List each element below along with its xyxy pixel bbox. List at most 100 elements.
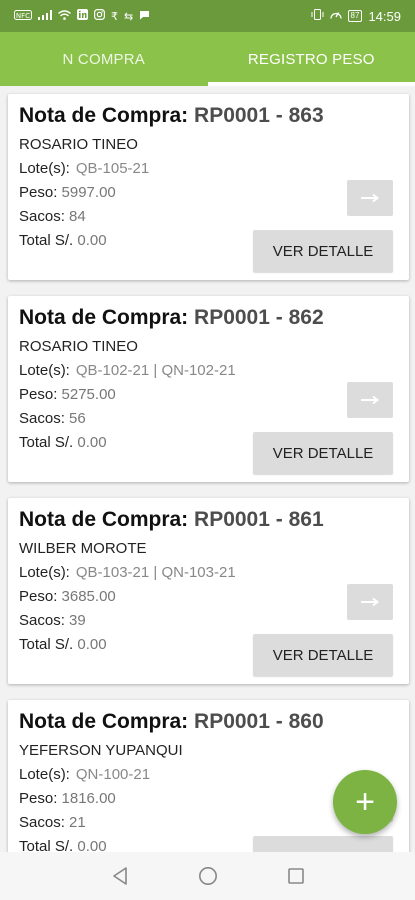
card-title: Nota de Compra: RP0001 - 861 (19, 508, 324, 532)
peso-label: Peso: (19, 790, 58, 807)
card-sacos-row: Sacos: 21 (19, 814, 86, 831)
card-total-row: Total S/. 0.00 (19, 232, 107, 249)
peso-value: 5275.00 (61, 386, 116, 403)
card-customer-name: ROSARIO TINEO (19, 338, 138, 355)
lote-value: QB-105-21 (75, 160, 150, 177)
svg-text:NFC: NFC (16, 12, 30, 20)
home-button[interactable] (197, 865, 219, 887)
lote-label: Lote(s): (19, 766, 70, 783)
add-fab-button[interactable]: + (333, 770, 397, 834)
card-title-number: RP0001 - 861 (194, 508, 324, 531)
card-lote-row: Lote(s): QB-105-21 (19, 160, 149, 177)
view-detail-button[interactable]: VER DETALLE (253, 836, 393, 852)
system-nav-bar (0, 852, 415, 900)
card-title-number: RP0001 - 860 (194, 710, 324, 733)
card-lote-row: Lote(s): QB-103-21 | QN-103-21 (19, 564, 236, 581)
open-arrow-button[interactable] (347, 584, 393, 620)
card-customer-name: YEFERSON YUPANQUI (19, 742, 183, 759)
nfc-icon: NFC (14, 9, 32, 23)
card-sacos-row: Sacos: 84 (19, 208, 86, 225)
total-label: Total S/. (19, 434, 74, 451)
view-detail-button[interactable]: VER DETALLE (253, 432, 393, 474)
sacos-label: Sacos: (19, 208, 65, 225)
lote-label: Lote(s): (19, 362, 70, 379)
card-lote-row: Lote(s): QB-102-21 | QN-102-21 (19, 362, 236, 379)
arrow-right-icon (361, 395, 380, 405)
purchase-note-list[interactable]: Nota de Compra: RP0001 - 863 ROSARIO TIN… (0, 86, 415, 852)
card-peso-row: Peso: 1816.00 (19, 790, 116, 807)
linkedin-icon (77, 9, 88, 23)
tab-n-compra[interactable]: N COMPRA (0, 32, 208, 86)
wifi-icon (58, 9, 71, 23)
arrow-right-icon (361, 597, 380, 607)
lote-value: QB-102-21 | QN-102-21 (75, 362, 236, 379)
card-title: Nota de Compra: RP0001 - 862 (19, 306, 324, 330)
sacos-label: Sacos: (19, 814, 65, 831)
peso-label: Peso: (19, 588, 58, 605)
total-label: Total S/. (19, 232, 74, 249)
vibrate-icon (311, 9, 324, 23)
speed-icon (329, 9, 342, 23)
total-label: Total S/. (19, 838, 74, 852)
card-total-row: Total S/. 0.00 (19, 434, 107, 451)
status-bar: NFC ₹ ⇆ 87 14:59 (0, 0, 415, 32)
view-detail-button[interactable]: VER DETALLE (253, 634, 393, 676)
card-title-label: Nota de Compra: (19, 508, 189, 531)
chat-icon (139, 9, 150, 23)
open-arrow-button[interactable] (347, 180, 393, 216)
clock: 14:59 (368, 8, 401, 24)
lote-value: QB-103-21 | QN-103-21 (75, 564, 236, 581)
peso-value: 5997.00 (61, 184, 116, 201)
peso-label: Peso: (19, 386, 58, 403)
tab-bar: N COMPRA REGISTRO PESO (0, 32, 415, 86)
back-icon (112, 867, 127, 885)
recents-button[interactable] (285, 865, 307, 887)
arrow-right-icon (361, 193, 380, 203)
back-button[interactable] (109, 865, 131, 887)
instagram-icon (94, 9, 106, 23)
total-value: 0.00 (77, 232, 107, 249)
total-value: 0.00 (77, 636, 107, 653)
card-total-row: Total S/. 0.00 (19, 838, 107, 852)
purchase-note-card[interactable]: Nota de Compra: RP0001 - 862 ROSARIO TIN… (8, 296, 409, 482)
sacos-label: Sacos: (19, 612, 65, 629)
total-value: 0.00 (77, 434, 107, 451)
recents-icon (287, 868, 304, 884)
sacos-value: 84 (69, 208, 86, 225)
purchase-note-card[interactable]: Nota de Compra: RP0001 - 863 ROSARIO TIN… (8, 94, 409, 280)
payment-icon: ₹ (111, 10, 118, 23)
open-arrow-button[interactable] (347, 382, 393, 418)
card-customer-name: ROSARIO TINEO (19, 136, 138, 153)
sacos-label: Sacos: (19, 410, 65, 427)
peso-label: Peso: (19, 184, 58, 201)
card-sacos-row: Sacos: 39 (19, 612, 86, 629)
card-peso-row: Peso: 5997.00 (19, 184, 116, 201)
card-customer-name: WILBER MOROTE (19, 540, 147, 557)
tab-registro-peso[interactable]: REGISTRO PESO (207, 32, 415, 86)
card-title-number: RP0001 - 863 (194, 104, 324, 127)
lote-label: Lote(s): (19, 160, 70, 177)
view-detail-button[interactable]: VER DETALLE (253, 230, 393, 272)
sacos-value: 39 (69, 612, 86, 629)
add-icon: + (355, 782, 375, 821)
card-title: Nota de Compra: RP0001 - 860 (19, 710, 324, 734)
lote-label: Lote(s): (19, 564, 70, 581)
total-label: Total S/. (19, 636, 74, 653)
card-lote-row: Lote(s): QN-100-21 (19, 766, 150, 783)
card-title-label: Nota de Compra: (19, 710, 189, 733)
status-right-icons: 87 14:59 (311, 9, 401, 24)
card-title-number: RP0001 - 862 (194, 306, 324, 329)
peso-value: 1816.00 (61, 790, 116, 807)
card-title-label: Nota de Compra: (19, 104, 189, 127)
swap-icon: ⇆ (124, 10, 134, 23)
sacos-value: 21 (69, 814, 86, 831)
status-left-icons: NFC ₹ ⇆ (14, 9, 150, 23)
peso-value: 3685.00 (61, 588, 116, 605)
sacos-value: 56 (69, 410, 86, 427)
total-value: 0.00 (77, 838, 107, 852)
purchase-note-card[interactable]: Nota de Compra: RP0001 - 861 WILBER MORO… (8, 498, 409, 684)
signal-icon (38, 9, 52, 23)
card-peso-row: Peso: 3685.00 (19, 588, 116, 605)
home-icon (198, 867, 217, 885)
card-title: Nota de Compra: RP0001 - 863 (19, 104, 324, 128)
